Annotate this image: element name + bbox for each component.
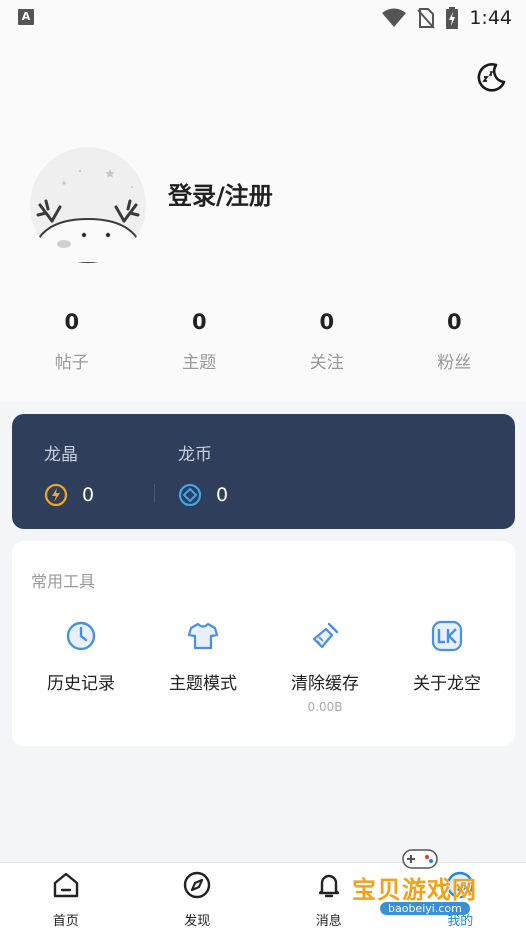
stat-label: 帖子 <box>54 353 89 373</box>
tab-messages[interactable]: 消息 <box>263 863 395 935</box>
tool-about[interactable]: 关于龙空 <box>386 619 508 714</box>
stat-value: 0 <box>319 310 335 334</box>
stat-following[interactable]: 0 关注 <box>263 310 391 373</box>
stat-topics[interactable]: 0 主题 <box>136 310 264 373</box>
lk-logo-icon <box>431 620 463 652</box>
divider <box>154 484 155 502</box>
bell-icon <box>318 874 339 898</box>
section-title: 常用工具 <box>31 572 96 591</box>
notification-icon: A <box>18 9 34 25</box>
tool-theme[interactable]: 主题模式 <box>142 619 264 714</box>
tools-card: 常用工具 历史记录 主题模式 清除缓存 0.00B 关于龙空 <box>12 541 515 746</box>
tool-label: 历史记录 <box>47 674 115 694</box>
tab-profile[interactable]: 我的 <box>395 863 526 935</box>
coin-icon <box>178 483 202 507</box>
home-icon <box>53 872 78 898</box>
tool-clear-cache[interactable]: 清除缓存 0.00B <box>264 619 386 714</box>
shirt-icon <box>187 622 219 650</box>
stat-posts[interactable]: 0 帖子 <box>8 310 136 373</box>
stat-label: 主题 <box>182 353 217 373</box>
compass-icon <box>184 871 211 899</box>
tool-label: 主题模式 <box>169 674 237 694</box>
stat-label: 关注 <box>309 353 344 373</box>
cache-size: 0.00B <box>307 700 343 714</box>
tab-discover[interactable]: 发现 <box>132 863 264 935</box>
wallet-label: 龙晶 <box>44 445 78 465</box>
battery-charging-icon <box>446 7 459 29</box>
tab-label: 我的 <box>447 914 474 929</box>
stat-value: 0 <box>191 310 207 334</box>
status-bar: A 1:44 <box>0 0 526 36</box>
clock-time: 1:44 <box>469 7 512 29</box>
moon-icon[interactable] <box>474 60 508 94</box>
stats-row: 0 帖子 0 主题 0 关注 0 粉丝 <box>8 310 518 373</box>
wallet-card: 龙晶 0 龙币 0 <box>12 414 515 529</box>
wallet-value: 0 <box>216 484 229 506</box>
bottom-tab-bar: 首页 发现 消息 我的 <box>0 862 526 935</box>
tab-label: 消息 <box>315 914 342 929</box>
stat-followers[interactable]: 0 粉丝 <box>391 310 519 373</box>
clock-icon <box>66 621 96 651</box>
wallet-coin[interactable]: 龙币 0 <box>178 440 228 507</box>
tool-history[interactable]: 历史记录 <box>20 619 142 714</box>
stat-value: 0 <box>446 310 462 334</box>
wallet-label: 龙币 <box>178 445 212 465</box>
stat-value: 0 <box>64 310 80 334</box>
login-register-link[interactable]: 登录/注册 <box>168 176 273 211</box>
tab-label: 发现 <box>184 914 211 929</box>
wallet-value: 0 <box>82 484 95 506</box>
tab-home[interactable]: 首页 <box>0 863 132 935</box>
tool-label: 清除缓存 <box>291 674 359 694</box>
broom-icon <box>312 622 339 649</box>
crystal-icon <box>44 483 68 507</box>
wifi-icon <box>382 8 407 27</box>
no-sim-icon <box>417 8 436 29</box>
tab-label: 首页 <box>52 914 79 929</box>
stat-label: 粉丝 <box>437 353 472 373</box>
avatar[interactable] <box>30 147 146 263</box>
wallet-crystal[interactable]: 龙晶 0 <box>44 440 94 507</box>
tool-label: 关于龙空 <box>413 674 481 694</box>
dragon-avatar-icon <box>35 169 141 263</box>
profile-icon <box>447 871 474 899</box>
